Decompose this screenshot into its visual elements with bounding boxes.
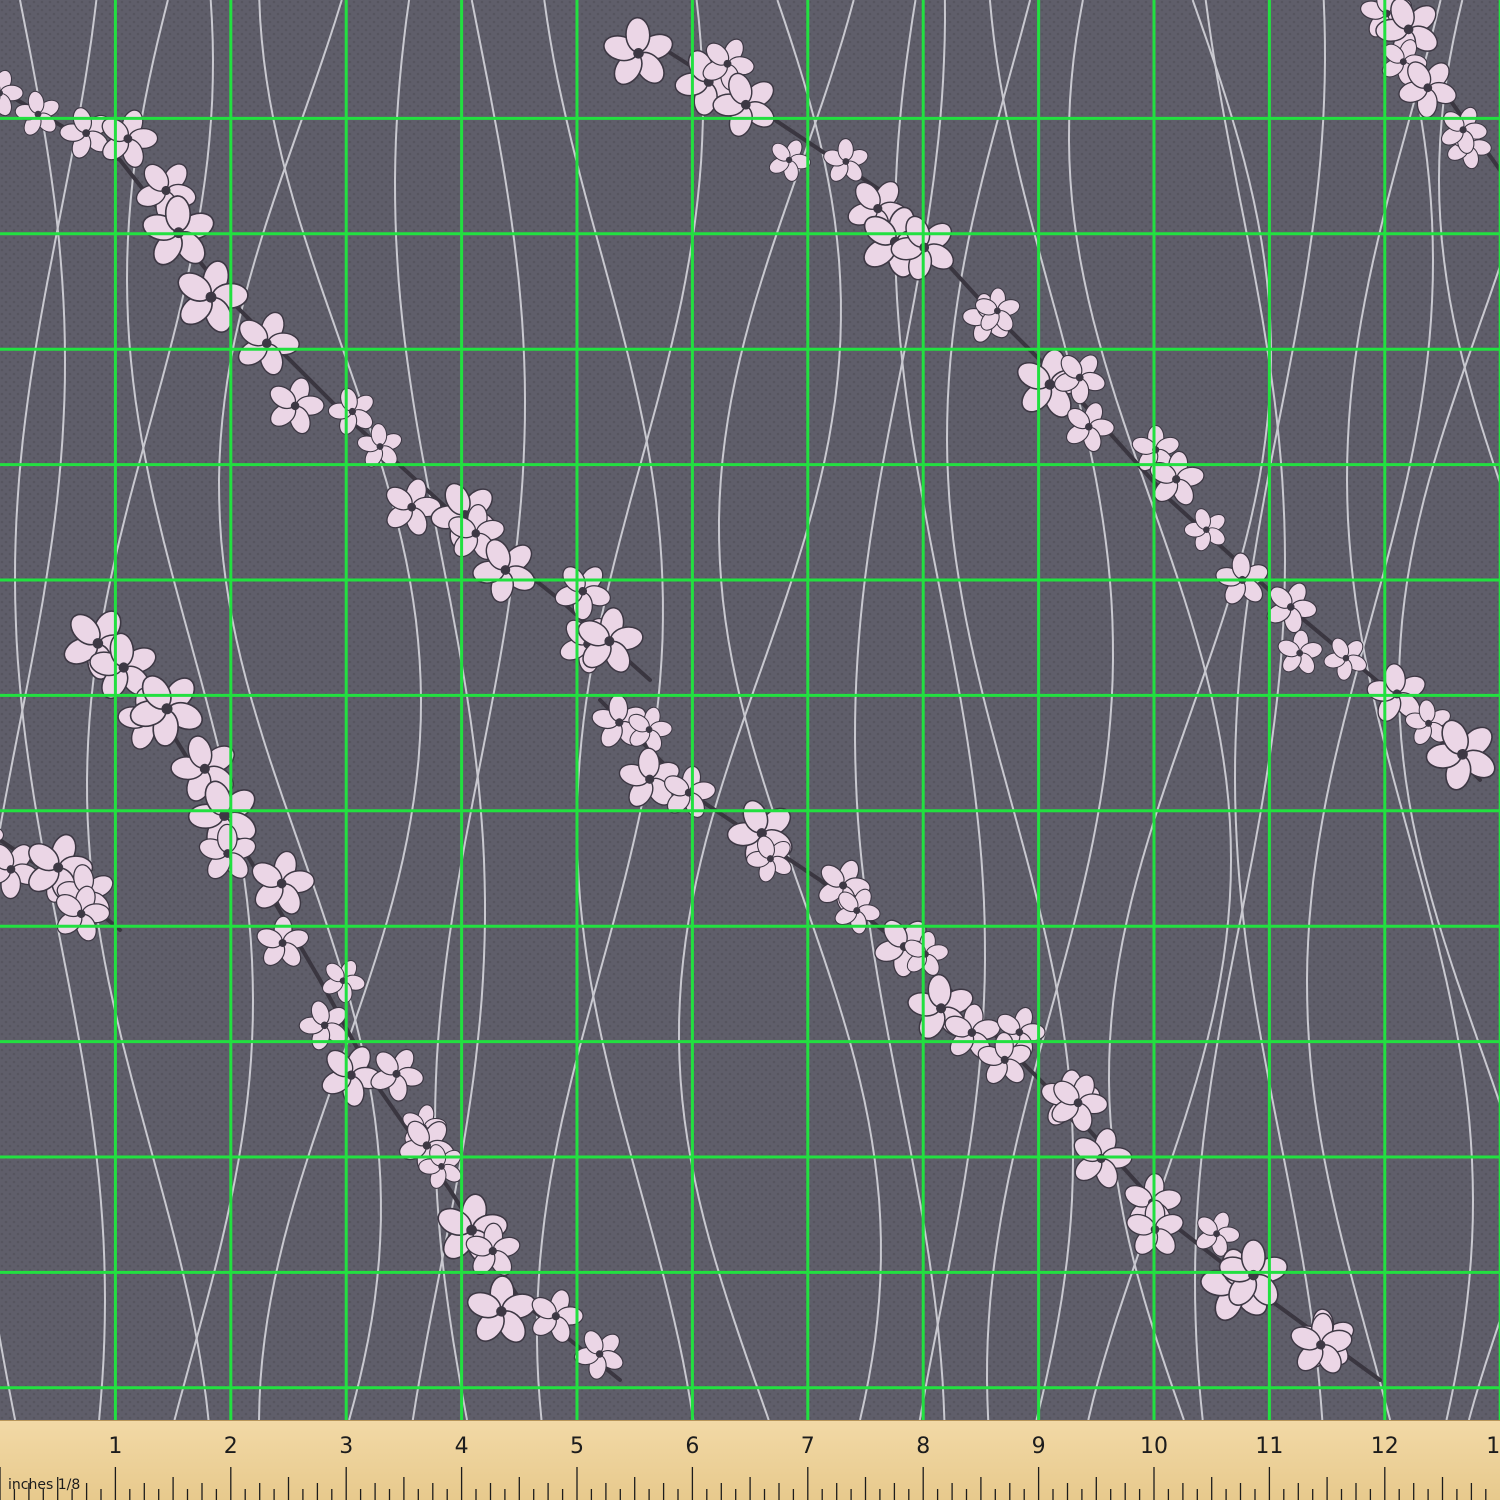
ruler-number: 6: [685, 1434, 699, 1459]
ruler-number: 11: [1255, 1434, 1283, 1459]
ruler-number: 3: [339, 1434, 353, 1459]
ruler-number: 1: [108, 1434, 122, 1459]
ruler-number: 10: [1140, 1434, 1168, 1459]
ruler-number: 12: [1371, 1434, 1399, 1459]
ruler-number: 4: [455, 1434, 469, 1459]
ruler-number: 5: [570, 1434, 584, 1459]
ruler-ticks: 12345678910111213: [0, 1434, 1500, 1500]
measurement-grid: [0, 0, 1500, 1420]
ruler-number: 7: [801, 1434, 815, 1459]
ruler-number: 9: [1032, 1434, 1046, 1459]
ruler-number: 8: [916, 1434, 930, 1459]
ruler-unit-label: inches 1/8: [8, 1477, 81, 1493]
ruler-number: 2: [224, 1434, 238, 1459]
ruler: 12345678910111213 inches 1/8: [0, 1420, 1500, 1500]
fabric-swatch: 12345678910111213 inches 1/8: [0, 0, 1500, 1500]
ruler-number: 13: [1486, 1434, 1500, 1459]
